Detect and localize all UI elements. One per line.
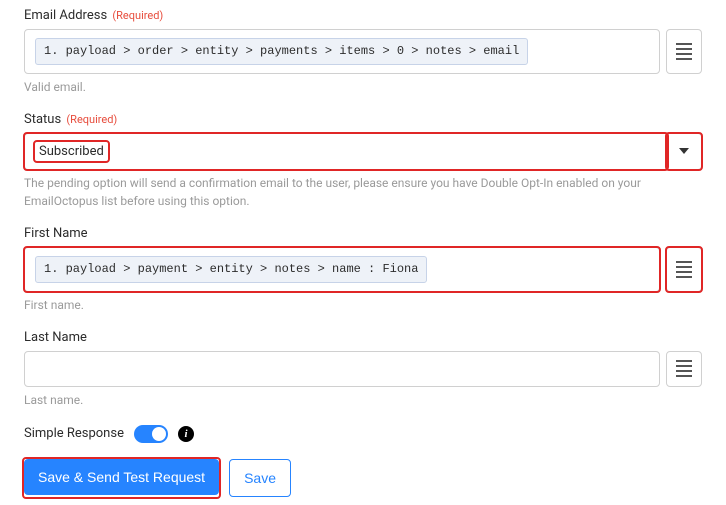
button-row: Save & Send Test Request Save — [24, 459, 702, 497]
first-name-helper: First name. — [24, 296, 702, 314]
first-name-input-row: 1. payload > payment > entity > notes > … — [24, 247, 702, 292]
field-status: Status (Required) Subscribed The pending… — [24, 112, 702, 210]
status-input-row: Subscribed — [24, 133, 702, 170]
first-name-path-pill[interactable]: 1. payload > payment > entity > notes > … — [35, 256, 427, 283]
last-name-input-row — [24, 351, 702, 387]
email-menu-button[interactable] — [666, 29, 702, 74]
hamburger-icon — [676, 360, 692, 377]
chevron-down-icon — [679, 148, 689, 154]
status-helper: The pending option will send a confirmat… — [24, 174, 702, 210]
required-tag: (Required) — [112, 9, 163, 22]
info-icon[interactable]: i — [178, 426, 194, 442]
email-label: Email Address (Required) — [24, 8, 702, 23]
email-helper: Valid email. — [24, 78, 702, 96]
field-email-address: Email Address (Required) 1. payload > or… — [24, 8, 702, 96]
email-input-row: 1. payload > order > entity > payments >… — [24, 29, 702, 74]
status-value: Subscribed — [35, 142, 108, 161]
last-name-menu-button[interactable] — [666, 351, 702, 387]
save-button[interactable]: Save — [229, 459, 291, 497]
save-send-test-button[interactable]: Save & Send Test Request — [24, 459, 219, 495]
field-first-name: First Name 1. payload > payment > entity… — [24, 226, 702, 314]
simple-response-toggle[interactable] — [134, 425, 168, 443]
status-label: Status (Required) — [24, 112, 702, 127]
hamburger-icon — [676, 261, 692, 278]
email-path-pill[interactable]: 1. payload > order > entity > payments >… — [35, 38, 528, 65]
simple-response-row: Simple Response i — [24, 425, 702, 443]
status-caret-button[interactable] — [667, 133, 702, 170]
hamburger-icon — [676, 43, 692, 60]
last-name-helper: Last name. — [24, 391, 702, 409]
field-last-name: Last Name Last name. — [24, 330, 702, 409]
last-name-label: Last Name — [24, 330, 702, 345]
last-name-input[interactable] — [24, 351, 660, 387]
email-label-text: Email Address — [24, 8, 107, 23]
save-send-highlight: Save & Send Test Request — [24, 459, 219, 497]
first-name-input[interactable]: 1. payload > payment > entity > notes > … — [24, 247, 660, 292]
status-label-text: Status — [24, 112, 61, 127]
required-tag: (Required) — [66, 113, 117, 126]
first-name-menu-button[interactable] — [666, 247, 702, 292]
first-name-label: First Name — [24, 226, 702, 241]
email-input[interactable]: 1. payload > order > entity > payments >… — [24, 29, 660, 74]
status-select[interactable]: Subscribed — [24, 133, 667, 170]
simple-response-label: Simple Response — [24, 426, 124, 441]
